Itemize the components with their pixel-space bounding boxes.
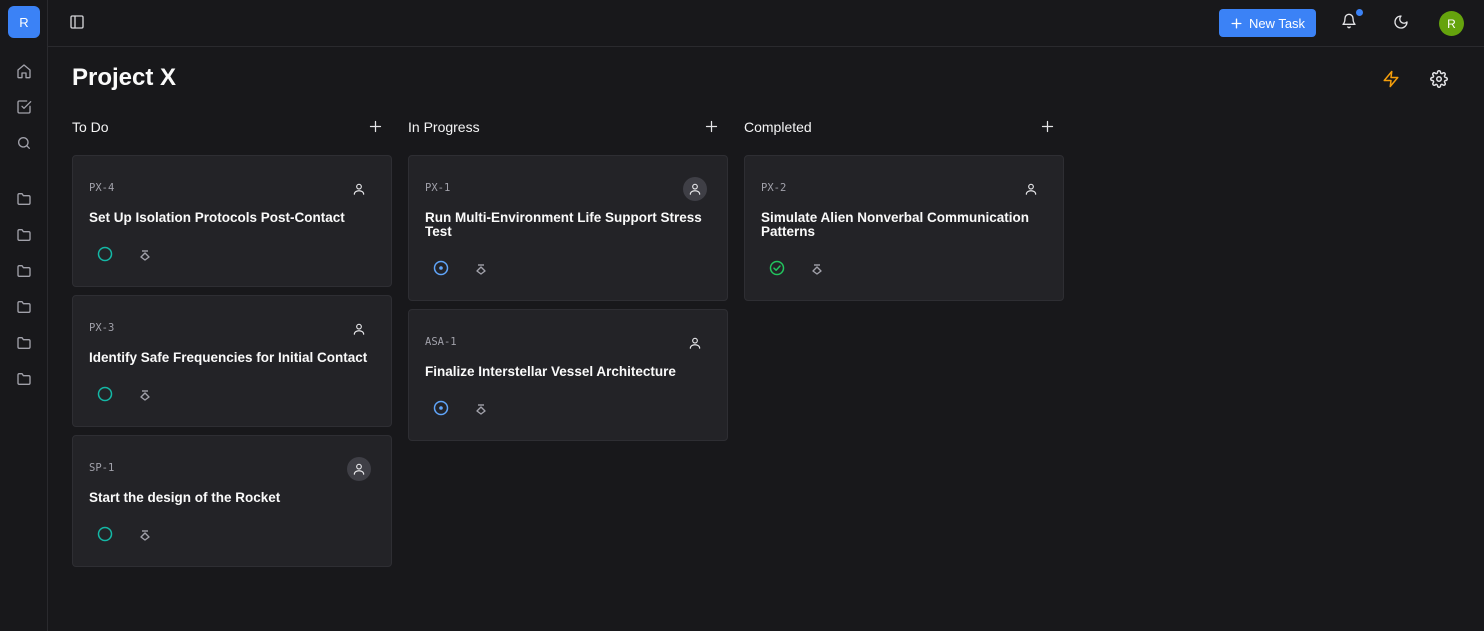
priority-icon[interactable] [475, 262, 487, 276]
task-card[interactable]: PX-2 Simulate Alien Nonverbal Communicat… [744, 155, 1064, 301]
user-icon[interactable] [347, 177, 371, 201]
status-in-progress-icon[interactable] [433, 400, 449, 416]
priority-icon[interactable] [139, 528, 151, 542]
column-completed: Completed PX-2 Simulate Alien Nonverbal … [744, 116, 1064, 301]
top-bar: New Task R [48, 0, 1484, 47]
moon-icon[interactable] [1393, 14, 1411, 32]
folder-icon[interactable] [15, 370, 33, 388]
task-title: Simulate Alien Nonverbal Communication P… [761, 210, 1030, 239]
task-title: Finalize Interstellar Vessel Architectur… [425, 364, 676, 379]
user-icon[interactable] [347, 457, 371, 481]
add-card-icon[interactable] [704, 119, 720, 135]
gear-icon[interactable] [1430, 70, 1450, 90]
task-title: Identify Safe Frequencies for Initial Co… [89, 350, 368, 365]
folder-icon[interactable] [15, 334, 33, 352]
search-icon[interactable] [15, 134, 33, 152]
priority-icon[interactable] [139, 388, 151, 402]
tasks-icon[interactable] [15, 98, 33, 116]
user-icon[interactable] [1019, 177, 1043, 201]
priority-icon[interactable] [139, 248, 151, 262]
column-header: To Do [72, 116, 392, 138]
priority-icon[interactable] [475, 402, 487, 416]
page-title: Project X [72, 64, 177, 91]
task-card[interactable]: PX-1 Run Multi-Environment Life Support … [408, 155, 728, 301]
status-in-progress-icon[interactable] [433, 260, 449, 276]
bolt-icon[interactable] [1382, 70, 1402, 90]
home-icon[interactable] [15, 62, 33, 80]
status-todo-icon[interactable] [97, 246, 113, 262]
column-title: Completed [744, 119, 812, 135]
status-completed-icon[interactable] [769, 260, 785, 276]
column-title: To Do [72, 119, 109, 135]
column-header: Completed [744, 116, 1064, 138]
user-avatar[interactable]: R [1439, 11, 1464, 36]
folder-icon[interactable] [15, 298, 33, 316]
task-card[interactable]: SP-1 Start the design of the Rocket [72, 435, 392, 567]
task-title: Set Up Isolation Protocols Post-Contact [89, 210, 345, 225]
add-card-icon[interactable] [1040, 119, 1056, 135]
task-id: PX-3 [89, 322, 115, 334]
user-icon[interactable] [683, 177, 707, 201]
task-card[interactable]: PX-3 Identify Safe Frequencies for Initi… [72, 295, 392, 427]
column-todo: To Do PX-4 Set Up Isolation Protocols Po… [72, 116, 392, 567]
status-todo-icon[interactable] [97, 526, 113, 542]
task-id: SP-1 [89, 462, 115, 474]
plus-icon [1231, 17, 1242, 29]
new-task-label: New Task [1248, 15, 1306, 31]
task-id: PX-2 [761, 182, 787, 194]
task-id: PX-4 [89, 182, 115, 194]
task-title: Run Multi-Environment Life Support Stres… [425, 210, 702, 239]
folder-icon[interactable] [15, 190, 33, 208]
workspace-avatar[interactable]: R [8, 6, 40, 38]
task-id: PX-1 [425, 182, 451, 194]
bell-icon[interactable] [1341, 13, 1359, 31]
folder-icon[interactable] [15, 262, 33, 280]
add-card-icon[interactable] [368, 119, 384, 135]
status-todo-icon[interactable] [97, 386, 113, 402]
task-card[interactable]: PX-4 Set Up Isolation Protocols Post-Con… [72, 155, 392, 287]
column-header: In Progress [408, 116, 728, 138]
notification-dot [1356, 9, 1363, 16]
task-id: ASA-1 [425, 336, 457, 348]
user-icon[interactable] [683, 331, 707, 355]
column-title: In Progress [408, 119, 480, 135]
task-card[interactable]: ASA-1 Finalize Interstellar Vessel Archi… [408, 309, 728, 441]
sidebar: R [0, 0, 48, 631]
user-icon[interactable] [347, 317, 371, 341]
column-in-progress: In Progress PX-1 Run Multi-Environment L… [408, 116, 728, 441]
sidebar-toggle-icon[interactable] [69, 14, 87, 32]
task-title: Start the design of the Rocket [89, 490, 281, 505]
folder-icon[interactable] [15, 226, 33, 244]
priority-icon[interactable] [811, 262, 823, 276]
new-task-button[interactable]: New Task [1219, 9, 1316, 37]
